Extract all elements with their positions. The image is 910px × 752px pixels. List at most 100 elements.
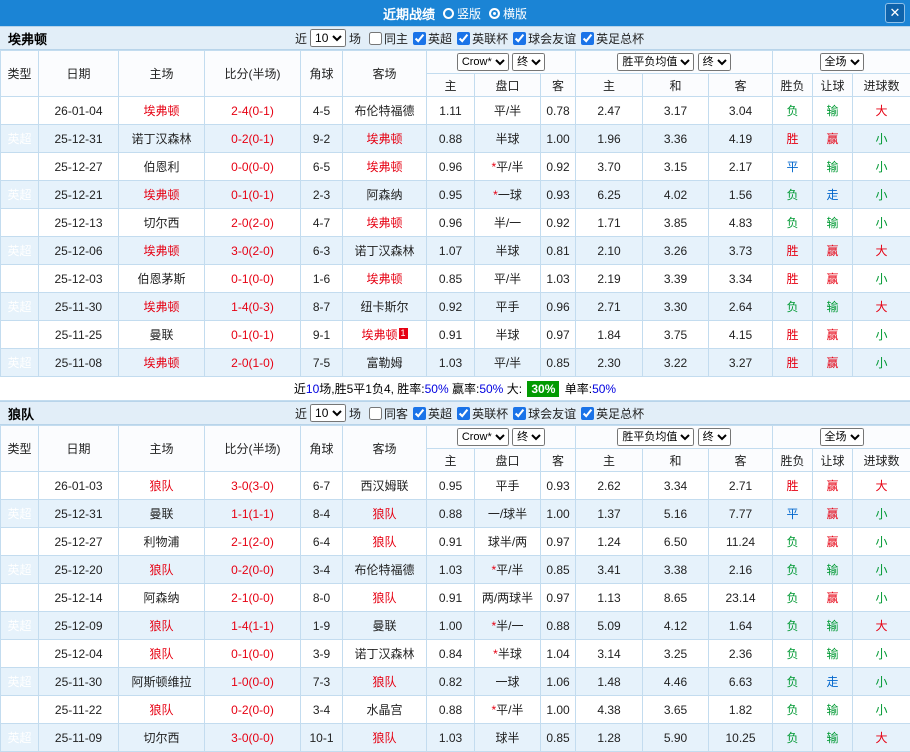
filter-checkbox[interactable]: 英超 bbox=[413, 405, 452, 422]
eu-away-odds: 2.16 bbox=[709, 556, 773, 584]
asia-handicap: *半/一 bbox=[475, 612, 541, 640]
europe-final-select[interactable]: 终 bbox=[698, 53, 731, 71]
games-count-select[interactable]: 10 bbox=[310, 404, 346, 422]
home-team: 切尔西 bbox=[119, 724, 205, 752]
col-winloss: 胜负 bbox=[773, 74, 813, 97]
filter-checkbox[interactable]: 英联杯 bbox=[457, 405, 508, 422]
eu-home-odds: 1.96 bbox=[576, 125, 643, 153]
bookmaker-select[interactable]: Crow* bbox=[457, 53, 509, 71]
scope-select[interactable]: 全场 bbox=[820, 53, 864, 71]
filter-checkbox[interactable]: 同客 bbox=[369, 405, 408, 422]
asia-home-odds: 0.92 bbox=[427, 293, 475, 321]
eu-away-odds: 1.56 bbox=[709, 181, 773, 209]
games-count-select[interactable]: 10 bbox=[310, 29, 346, 47]
col-date: 日期 bbox=[39, 51, 119, 97]
col-home: 主场 bbox=[119, 51, 205, 97]
checkbox-input[interactable] bbox=[457, 407, 470, 420]
match-row: 英超25-11-09切尔西3-0(0-0)10-1狼队1.03球半0.851.2… bbox=[1, 724, 910, 752]
checkbox-label: 同客 bbox=[384, 405, 408, 422]
corner-score: 3-4 bbox=[301, 696, 343, 724]
eu-draw-odds: 3.36 bbox=[643, 125, 709, 153]
checkbox-input[interactable] bbox=[457, 32, 470, 45]
eu-home-odds: 1.48 bbox=[576, 668, 643, 696]
eu-draw-odds: 3.25 bbox=[643, 640, 709, 668]
home-team: 埃弗顿 bbox=[119, 97, 205, 125]
handicap-result: 输 bbox=[813, 696, 853, 724]
checkbox-label: 英足总杯 bbox=[596, 405, 644, 422]
filter-checkbox[interactable]: 球会友谊 bbox=[513, 405, 576, 422]
checkbox-input[interactable] bbox=[413, 407, 426, 420]
bookmaker-select[interactable]: Crow* bbox=[457, 428, 509, 446]
layout-radio-horizontal[interactable]: 横版 bbox=[489, 5, 527, 22]
filter-checkbox[interactable]: 英超 bbox=[413, 30, 452, 47]
away-team: 诺丁汉森林 bbox=[343, 237, 427, 265]
away-team: 埃弗顿 bbox=[343, 125, 427, 153]
goals-result: 小 bbox=[853, 349, 910, 377]
asia-home-odds: 1.07 bbox=[427, 237, 475, 265]
eu-home-odds: 1.13 bbox=[576, 584, 643, 612]
eu-draw-odds: 3.38 bbox=[643, 556, 709, 584]
eu-home-odds: 2.19 bbox=[576, 265, 643, 293]
near-label: 近 bbox=[295, 30, 307, 47]
filter-checkbox[interactable]: 同主 bbox=[369, 30, 408, 47]
asia-handicap: *一球 bbox=[475, 181, 541, 209]
eu-home-odds: 1.28 bbox=[576, 724, 643, 752]
europe-odds-select[interactable]: 胜平负均值 bbox=[617, 53, 694, 71]
checkbox-input[interactable] bbox=[369, 32, 382, 45]
winloss-result: 负 bbox=[773, 584, 813, 612]
checkbox-input[interactable] bbox=[513, 407, 526, 420]
summary-segment: 场,胜5平1负4, 胜率: bbox=[319, 380, 424, 397]
asia-away-odds: 0.96 bbox=[541, 293, 576, 321]
corner-score: 9-2 bbox=[301, 125, 343, 153]
asia-home-odds: 0.96 bbox=[427, 209, 475, 237]
winloss-result: 负 bbox=[773, 668, 813, 696]
away-team: 西汉姆联 bbox=[343, 472, 427, 500]
layout-radio-vertical[interactable]: 竖版 bbox=[443, 5, 481, 22]
score: 0-2(0-0) bbox=[205, 556, 301, 584]
asia-handicap: 两/两球半 bbox=[475, 584, 541, 612]
goals-result: 小 bbox=[853, 668, 910, 696]
corner-score: 8-7 bbox=[301, 293, 343, 321]
corner-score: 6-3 bbox=[301, 237, 343, 265]
asia-away-odds: 0.88 bbox=[541, 612, 576, 640]
over-rate-badge: 30% bbox=[527, 381, 559, 397]
col-asia-away: 客 bbox=[541, 74, 576, 97]
winloss-result: 胜 bbox=[773, 349, 813, 377]
checkbox-input[interactable] bbox=[513, 32, 526, 45]
scope-select[interactable]: 全场 bbox=[820, 428, 864, 446]
asia-home-odds: 0.85 bbox=[427, 265, 475, 293]
filter-checkbox[interactable]: 球会友谊 bbox=[513, 30, 576, 47]
asia-home-odds: 0.95 bbox=[427, 472, 475, 500]
asia-handicap: *平/半 bbox=[475, 153, 541, 181]
eu-draw-odds: 3.85 bbox=[643, 209, 709, 237]
away-team: 埃弗顿 bbox=[343, 209, 427, 237]
asia-home-odds: 0.91 bbox=[427, 321, 475, 349]
close-icon[interactable]: ✕ bbox=[885, 3, 905, 23]
score: 3-0(2-0) bbox=[205, 237, 301, 265]
europe-odds-select[interactable]: 胜平负均值 bbox=[617, 428, 694, 446]
asia-final-select[interactable]: 终 bbox=[512, 53, 545, 71]
asia-handicap: *平/半 bbox=[475, 556, 541, 584]
match-row: 英超25-12-27利物浦2-1(2-0)6-4狼队0.91球半/两0.971.… bbox=[1, 528, 910, 556]
goals-result: 小 bbox=[853, 321, 910, 349]
col-asia-home: 主 bbox=[427, 449, 475, 472]
winloss-result: 负 bbox=[773, 293, 813, 321]
checkbox-input[interactable] bbox=[581, 407, 594, 420]
eu-away-odds: 4.19 bbox=[709, 125, 773, 153]
checkbox-input[interactable] bbox=[369, 407, 382, 420]
home-team: 埃弗顿 bbox=[119, 181, 205, 209]
home-team: 伯恩茅斯 bbox=[119, 265, 205, 293]
europe-final-select[interactable]: 终 bbox=[698, 428, 731, 446]
match-row: 英超25-12-04狼队0-1(0-0)3-9诺丁汉森林0.84*半球1.043… bbox=[1, 640, 910, 668]
eu-home-odds: 5.09 bbox=[576, 612, 643, 640]
filter-checkbox[interactable]: 英足总杯 bbox=[581, 30, 644, 47]
filter-checkbox[interactable]: 英联杯 bbox=[457, 30, 508, 47]
eu-home-odds: 3.14 bbox=[576, 640, 643, 668]
checkbox-input[interactable] bbox=[581, 32, 594, 45]
asia-away-odds: 1.00 bbox=[541, 500, 576, 528]
filter-checkbox[interactable]: 英足总杯 bbox=[581, 405, 644, 422]
asia-final-select[interactable]: 终 bbox=[512, 428, 545, 446]
checkbox-input[interactable] bbox=[413, 32, 426, 45]
eu-draw-odds: 3.26 bbox=[643, 237, 709, 265]
league-badge: 英超 bbox=[1, 153, 39, 181]
